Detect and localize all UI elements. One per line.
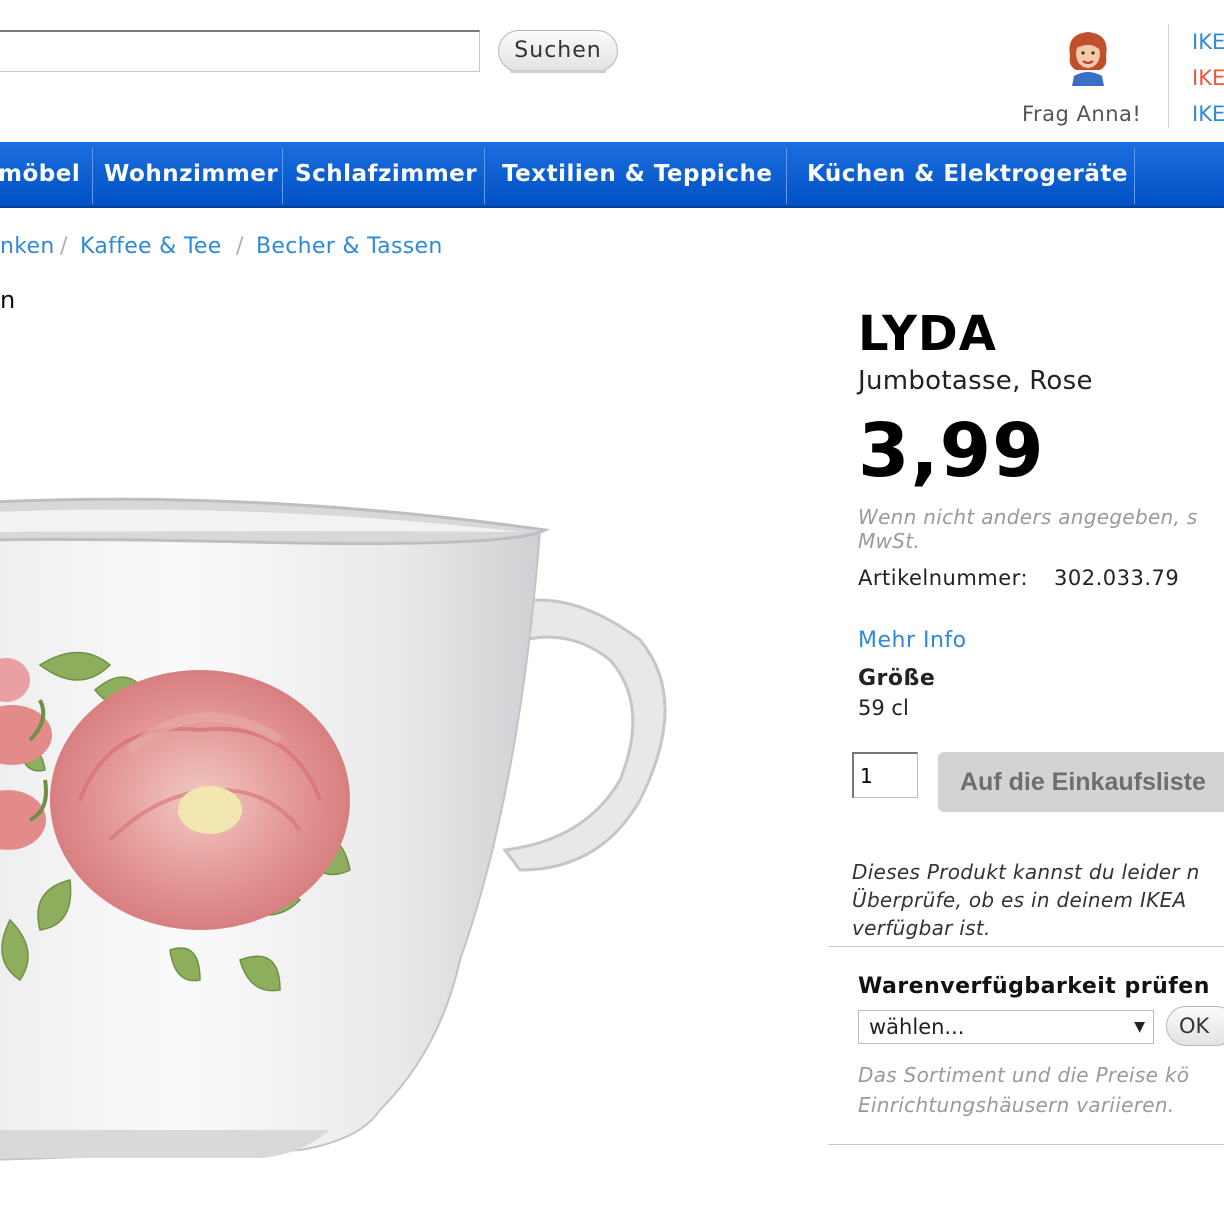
divider xyxy=(828,946,1224,947)
breadcrumb-separator: / xyxy=(236,234,244,259)
nav-separator xyxy=(92,148,93,204)
nav-item-schlafzimmer[interactable]: Schlafzimmer xyxy=(295,142,477,206)
anna-avatar-icon[interactable] xyxy=(1060,26,1116,86)
side-link-2[interactable]: IKE xyxy=(1192,66,1224,90)
nav-separator xyxy=(786,148,787,204)
product-description: Jumbotasse, Rose xyxy=(858,366,1093,396)
side-link-3[interactable]: IKE xyxy=(1192,102,1224,126)
breadcrumb-item[interactable]: Kaffee & Tee xyxy=(80,234,222,259)
breadcrumb-item[interactable]: nken xyxy=(0,234,55,259)
chevron-down-icon: ▼ xyxy=(1134,1019,1145,1035)
product-price: 3,99 xyxy=(858,408,1045,494)
vat-note: Wenn nicht anders angegeben, s MwSt. xyxy=(858,505,1224,553)
unavailable-line: Überprüfe, ob es in deinem IKEA xyxy=(852,888,1187,912)
size-label: Größe xyxy=(858,666,936,691)
nav-item-kuechen[interactable]: Küchen & Elektrogeräte xyxy=(807,142,1128,206)
store-select-value: wählen... xyxy=(869,1015,965,1039)
main-nav: möbel Wohnzimmer Schlafzimmer Textilien … xyxy=(0,142,1224,208)
nav-separator xyxy=(484,148,485,204)
stock-check-title: Warenverfügbarkeit prüfen xyxy=(858,974,1210,999)
product-name: LYDA xyxy=(858,306,997,362)
store-select[interactable]: wählen... ▼ xyxy=(858,1010,1154,1044)
unavailable-notice: Dieses Produkt kannst du leider n Überpr… xyxy=(852,858,1224,942)
range-note: Das Sortiment und die Preise kö Einricht… xyxy=(858,1060,1224,1120)
breadcrumb-separator: / xyxy=(60,234,68,259)
search-button[interactable]: Suchen xyxy=(498,30,618,72)
add-to-shopping-list-button[interactable]: Auf die Einkaufsliste xyxy=(938,752,1224,812)
nav-item-wohnzimmer[interactable]: Wohnzimmer xyxy=(104,142,278,206)
size-value: 59 cl xyxy=(858,696,909,720)
side-link-1[interactable]: IKE xyxy=(1192,30,1224,54)
range-note-line: Einrichtungshäusern variieren. xyxy=(858,1093,1175,1117)
unavailable-line: verfügbar ist. xyxy=(852,916,991,940)
nav-item-moebel[interactable]: möbel xyxy=(0,142,80,206)
vat-note-line: MwSt. xyxy=(858,529,921,553)
nav-separator xyxy=(282,148,283,204)
range-note-line: Das Sortiment und die Preise kö xyxy=(858,1063,1190,1087)
divider xyxy=(828,1144,1224,1145)
unavailable-line: Dieses Produkt kannst du leider n xyxy=(852,860,1200,884)
product-image[interactable] xyxy=(0,490,690,1180)
assistant-label[interactable]: Frag Anna! xyxy=(1022,102,1141,126)
search-button-shadow xyxy=(510,70,606,73)
article-number: 302.033.79 xyxy=(1054,566,1180,590)
breadcrumb-item[interactable]: Becher & Tassen xyxy=(256,234,443,259)
nav-item-textilien[interactable]: Textilien & Teppiche xyxy=(502,142,772,206)
more-info-link[interactable]: Mehr Info xyxy=(858,628,967,653)
vat-note-line: Wenn nicht anders angegeben, s xyxy=(858,505,1198,529)
quantity-input[interactable] xyxy=(852,752,918,798)
nav-separator xyxy=(1134,148,1135,204)
header-divider xyxy=(1168,24,1169,128)
left-heading-fragment: n xyxy=(0,286,16,314)
stock-check-ok-button[interactable]: OK xyxy=(1166,1006,1224,1046)
article-number-label: Artikelnummer: xyxy=(858,566,1029,590)
search-input[interactable] xyxy=(0,30,480,72)
